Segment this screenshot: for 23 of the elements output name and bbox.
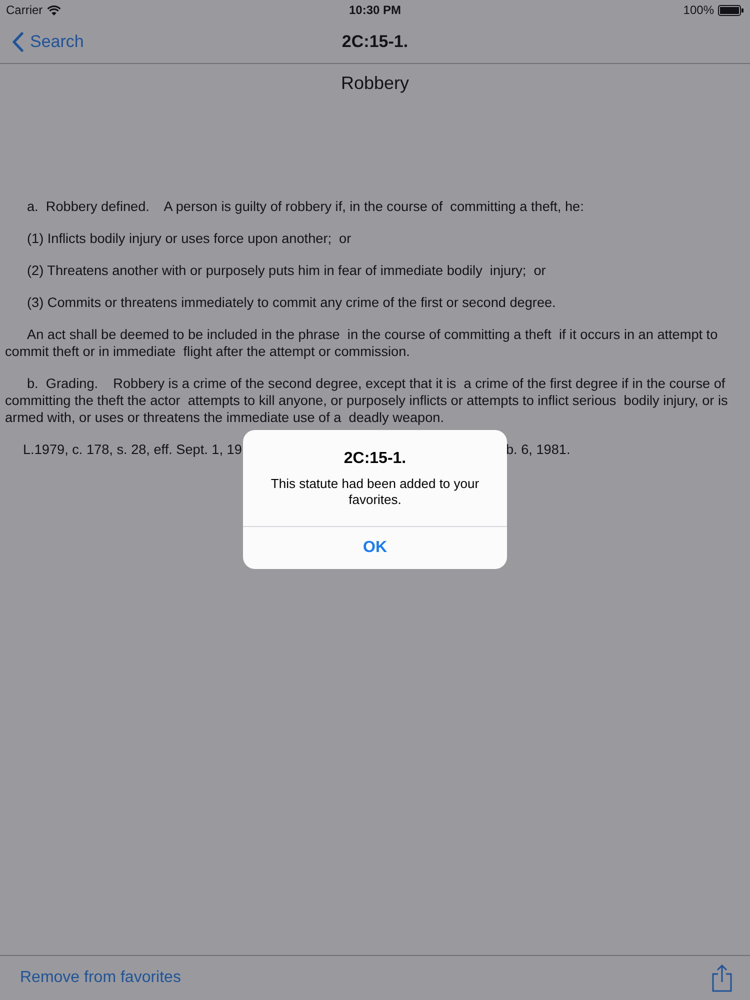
citation-text: L.1979, c. 178, s. 28, eff. Sept. 1, 19 (23, 441, 243, 458)
battery-percentage: 100% (683, 3, 714, 17)
statute-paragraph: (3) Commits or threatens immediately to commit any crime of the first or second degree. (26, 294, 557, 311)
clock-time: 10:30 PM (348, 3, 402, 17)
back-chevron-icon (12, 32, 24, 52)
statute-paragraph: b. Grading. Robbery is a crime of the second degree, except that it is a crime of the first degree if in the course of committing the theft the actor attempts to kill anyone, or purposely inflicts or attempts to inflict serious bodily injury, or is armed with, or uses or threatens the immediate use of a deadly weapon. (5, 375, 729, 426)
statute-paragraph: (1) Inflicts bodily injury or uses force upon another; or (26, 230, 352, 247)
back-button[interactable]: Search (0, 32, 84, 52)
screen-title: 2C:15-1. (340, 32, 410, 52)
ok-button[interactable]: OK (243, 526, 507, 569)
alert-message: This statute had been added to your favorites. (270, 476, 480, 508)
carrier-label: Carrier (6, 3, 43, 17)
alert-title: 2C:15-1. (344, 450, 406, 468)
share-button[interactable] (712, 964, 732, 992)
statute-heading: Robbery (340, 73, 410, 94)
statute-paragraph: An act shall be deemed to be included in the phrase in the course of committing a theft if it occurs in an attempt to commit theft or in immediate flight after the attempt or commission. (5, 326, 719, 360)
statute-paragraph: a. Robbery defined. A person is guilty of robbery if, in the course of committing a theft, he: (26, 198, 585, 215)
remove-favorites-link[interactable]: Remove from favorites (20, 969, 181, 987)
wifi-icon (46, 4, 61, 16)
share-icon (712, 964, 732, 992)
statute-paragraph: (2) Threatens another with or purposely puts him in fear of immediate bodily injury; or (26, 262, 547, 279)
battery-icon (718, 4, 744, 16)
citation-text: b. 6, 1981. (506, 441, 570, 458)
